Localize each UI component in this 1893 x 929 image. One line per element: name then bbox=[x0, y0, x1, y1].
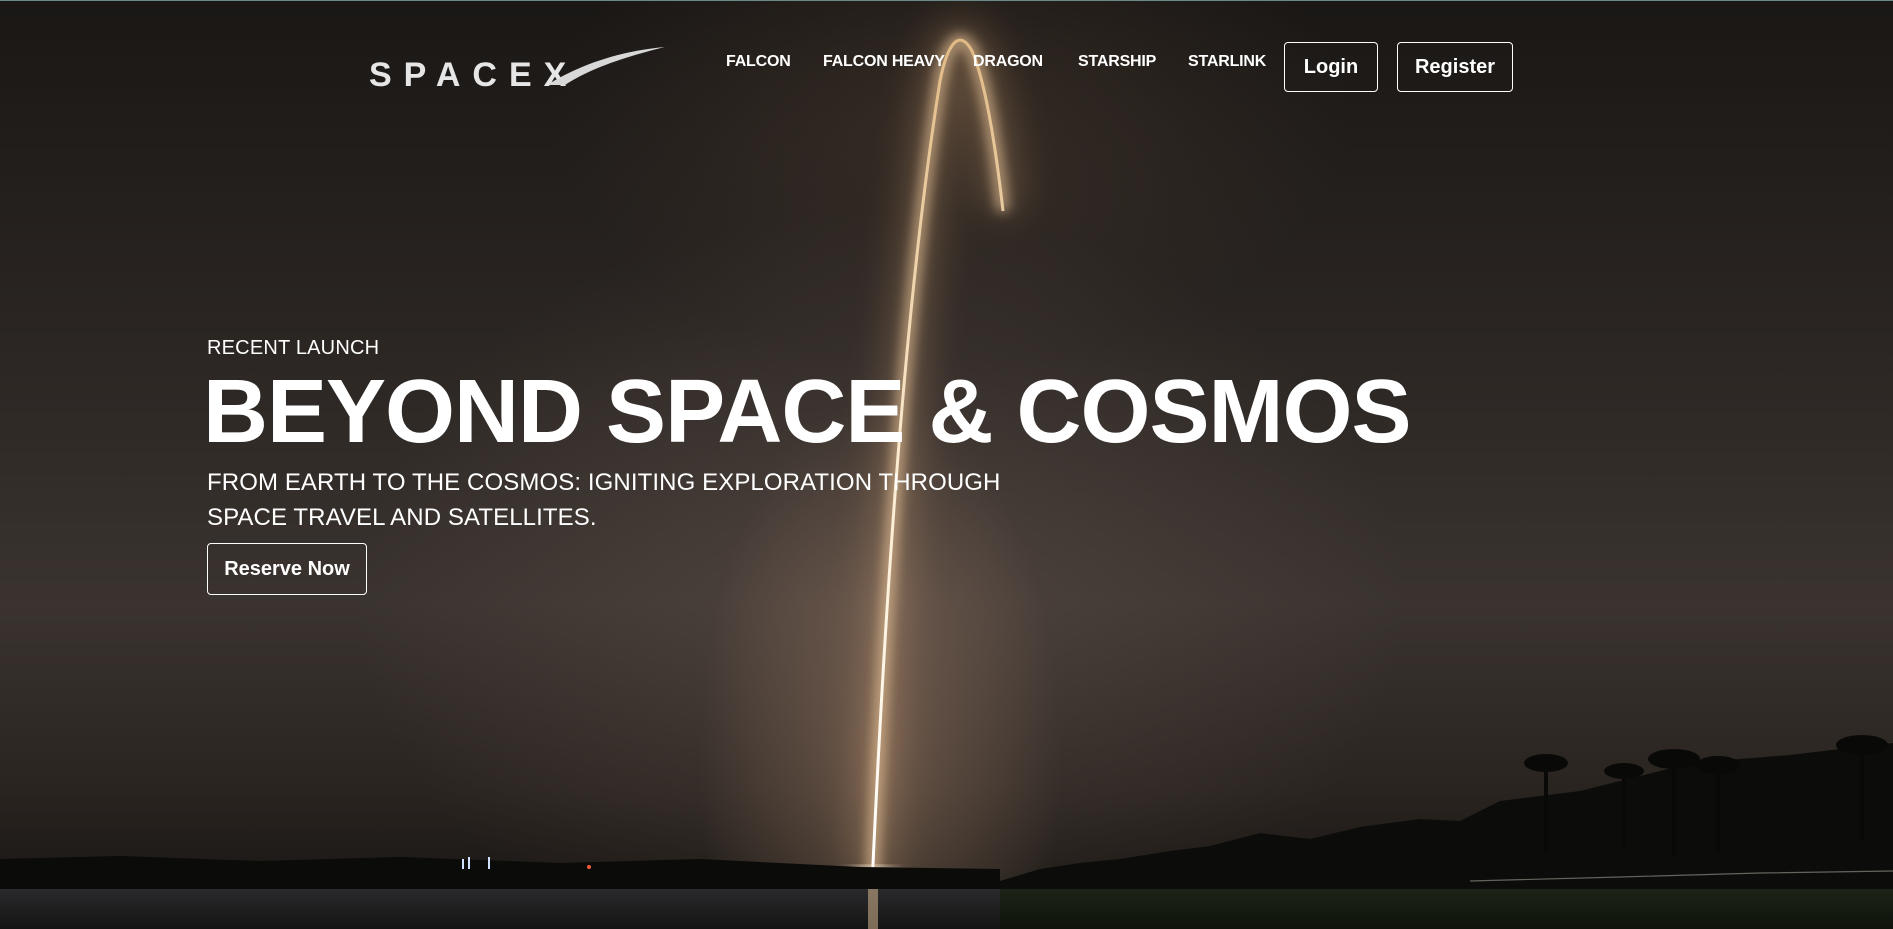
register-button[interactable]: Register bbox=[1397, 42, 1513, 92]
nav-link-starship[interactable]: STARSHIP bbox=[1078, 53, 1156, 71]
hero-subtitle: FROM EARTH TO THE COSMOS: IGNITING EXPLO… bbox=[207, 469, 1001, 531]
hero-eyebrow: RECENT LAUNCH bbox=[207, 337, 380, 359]
spacex-logo[interactable]: SPACEX bbox=[369, 43, 665, 89]
login-button[interactable]: Login bbox=[1284, 42, 1378, 92]
hero-content: RECENT LAUNCH BEYOND SPACE & COSMOS FROM… bbox=[203, 337, 1411, 595]
nav-link-starlink[interactable]: STARLINK bbox=[1188, 53, 1266, 71]
top-navigation: SPACEX FALCON FALCON HEAVY DRAGON STARSH… bbox=[0, 1, 1893, 101]
nav-link-falcon[interactable]: FALCON bbox=[726, 53, 791, 71]
logo-text: SPACEX bbox=[369, 56, 578, 89]
hero-section: SPACEX FALCON FALCON HEAVY DRAGON STARSH… bbox=[0, 0, 1893, 929]
nav-link-dragon[interactable]: DRAGON bbox=[973, 53, 1043, 71]
reserve-now-button[interactable]: Reserve Now bbox=[207, 543, 367, 595]
nav-link-falcon-heavy[interactable]: FALCON HEAVY bbox=[823, 53, 945, 71]
hero-headline: BEYOND SPACE & COSMOS bbox=[203, 362, 1411, 462]
